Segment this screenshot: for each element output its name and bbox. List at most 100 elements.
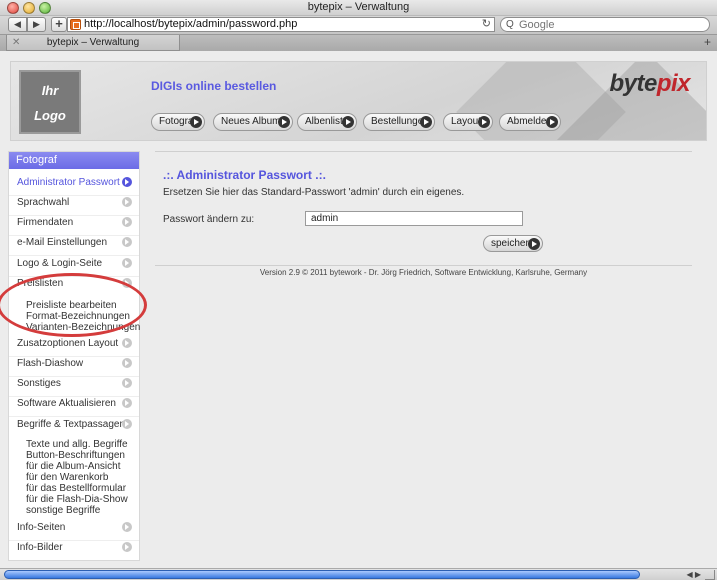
window-title: bytepix – Verwaltung — [307, 1, 410, 13]
brand-part-2: pix — [656, 70, 691, 97]
arrow-right-icon — [122, 338, 132, 348]
arrow-right-icon — [122, 398, 132, 408]
nav-albenliste-button[interactable]: Albenliste — [297, 113, 357, 131]
site-slogan: DIGIs online bestellen — [151, 79, 277, 93]
sidebar-item-info-bilder[interactable]: Info-Bilder — [9, 541, 139, 561]
sidebar-item-begriffe-textpassagen[interactable]: Begriffe & Textpassagen — [9, 418, 139, 438]
arrow-right-icon — [528, 238, 540, 250]
search-icon: Q — [506, 19, 514, 30]
arrow-right-icon — [122, 237, 132, 247]
sidebar-subitem-sonstige-begriffe[interactable]: sonstige Begriffe — [26, 505, 100, 516]
page-footer: Version 2.9 © 2011 bytework - Dr. Jörg F… — [259, 268, 588, 277]
nav-neues-album-button[interactable]: Neues Album — [213, 113, 293, 131]
tab-bar: ✕ bytepix – Verwaltung + — [0, 34, 717, 51]
annotation-ellipse — [0, 273, 147, 337]
brand-part-1: byte — [609, 70, 657, 97]
add-bookmark-button[interactable]: + — [51, 17, 67, 32]
nav-layout-button[interactable]: Layout — [443, 113, 493, 131]
sidebar-item-label: Info-Bilder — [17, 542, 63, 553]
arrow-right-icon — [122, 358, 132, 368]
sidebar-item-label: Sprachwahl — [17, 197, 70, 208]
sidebar-item-label: e-Mail Einstellungen — [17, 237, 108, 248]
reload-icon[interactable]: ↻ — [482, 18, 491, 31]
arrow-right-icon — [342, 116, 354, 128]
arrow-right-icon — [122, 542, 132, 552]
sidebar-item-sonstiges[interactable]: Sonstiges — [9, 377, 139, 397]
sidebar-item-administrator-passwort[interactable]: Administrator Passwort — [9, 176, 139, 196]
close-window-button[interactable] — [7, 2, 19, 14]
sidebar-subitem-flash-dia-show[interactable]: für die Flash-Dia-Show — [26, 494, 128, 505]
nav-label: Neues Album — [221, 116, 281, 127]
main-panel: .:. Administrator Passwort .:. Ersetzen … — [155, 151, 692, 266]
arrow-right-icon — [420, 116, 432, 128]
sidebar-subitem-album-ansicht[interactable]: für die Album-Ansicht — [26, 461, 121, 472]
password-label: Passwort ändern zu: — [163, 214, 255, 225]
arrow-right-icon — [546, 116, 558, 128]
arrow-right-icon — [122, 197, 132, 207]
sidebar-subitem-bestellformular[interactable]: für das Bestellformular — [26, 483, 126, 494]
url-text[interactable]: http://localhost/bytepix/admin/password.… — [84, 18, 297, 31]
page-description: Ersetzen Sie hier das Standard-Passwort … — [163, 187, 465, 198]
tab-bytepix[interactable]: ✕ bytepix – Verwaltung — [6, 35, 180, 51]
sidebar: Fotograf Administrator Passwort Sprachwa… — [8, 151, 140, 561]
arrow-right-icon — [122, 258, 132, 268]
logo-line-1: Ihr — [41, 83, 59, 98]
search-input[interactable] — [519, 18, 704, 31]
sidebar-item-label: Software Aktualisieren — [17, 398, 116, 409]
sidebar-item-software-aktualisieren[interactable]: Software Aktualisieren — [9, 397, 139, 417]
arrow-right-icon — [122, 217, 132, 227]
nav-fotograf-button[interactable]: Fotograf — [151, 113, 205, 131]
sidebar-heading: Fotograf — [9, 152, 139, 169]
sidebar-item-label: Logo & Login-Seite — [17, 258, 103, 269]
tab-close-icon[interactable]: ✕ — [12, 35, 20, 50]
minimize-window-button[interactable] — [23, 2, 35, 14]
new-tab-button[interactable]: + — [704, 36, 711, 49]
page-content: Ihr Logo DIGIs online bestellen bytepix … — [0, 51, 717, 568]
arrow-right-icon — [478, 116, 490, 128]
save-button[interactable]: speichern — [483, 235, 543, 252]
arrow-right-icon — [278, 116, 290, 128]
bytepix-logo: bytepix — [609, 70, 690, 98]
password-input[interactable] — [305, 211, 523, 226]
sidebar-item-label: Info-Seiten — [17, 522, 66, 533]
sidebar-item-label: Begriffe & Textpassagen — [17, 419, 126, 430]
window-titlebar: bytepix – Verwaltung — [0, 0, 717, 16]
address-bar[interactable]: http://localhost/bytepix/admin/password.… — [67, 17, 495, 32]
nav-abmelden-button[interactable]: Abmelden — [499, 113, 561, 131]
sidebar-item-email-einstellungen[interactable]: e-Mail Einstellungen — [9, 236, 139, 256]
sidebar-item-label: Firmendaten — [17, 217, 74, 228]
scrollbar-thumb[interactable] — [4, 570, 640, 579]
sidebar-item-label: Sonstiges — [17, 378, 61, 389]
site-header: Ihr Logo DIGIs online bestellen bytepix … — [10, 61, 707, 141]
sidebar-item-flash-diashow[interactable]: Flash-Diashow — [9, 357, 139, 377]
arrow-right-icon — [190, 116, 202, 128]
back-button[interactable]: ◀ — [8, 17, 27, 32]
arrow-right-icon — [122, 177, 132, 187]
site-favicon-icon — [70, 19, 81, 30]
arrow-right-icon — [122, 378, 132, 388]
sidebar-subitem-warenkorb[interactable]: für den Warenkorb — [26, 472, 108, 483]
sidebar-subitem-texte[interactable]: Texte und allg. Begriffe — [26, 439, 128, 450]
logo-line-2: Logo — [34, 108, 66, 123]
zoom-window-button[interactable] — [39, 2, 51, 14]
logo-placeholder: Ihr Logo — [19, 70, 81, 134]
browser-toolbar: ◀ ▶ + http://localhost/bytepix/admin/pas… — [0, 16, 717, 34]
sidebar-item-sprachwahl[interactable]: Sprachwahl — [9, 196, 139, 216]
nav-label: Layout — [451, 116, 482, 127]
sidebar-item-firmendaten[interactable]: Firmendaten — [9, 216, 139, 236]
sidebar-subitem-button-beschriftungen[interactable]: Button-Beschriftungen — [26, 450, 125, 461]
scroll-arrows-icon[interactable]: ◀ ▶ — [686, 569, 701, 580]
tab-title: bytepix – Verwaltung — [46, 37, 140, 48]
arrow-right-icon — [122, 419, 132, 429]
sidebar-item-info-seiten[interactable]: Info-Seiten — [9, 521, 139, 541]
horizontal-scrollbar[interactable]: ◀ ▶ — [0, 568, 717, 580]
nav-bestellungen-button[interactable]: Bestellungen — [363, 113, 435, 131]
sidebar-item-zusatzoptionen-layout[interactable]: Zusatzoptionen Layout — [9, 337, 139, 357]
sidebar-item-label: Zusatzoptionen Layout — [17, 338, 119, 349]
sidebar-item-label: Flash-Diashow — [17, 358, 84, 369]
search-bar[interactable]: Q — [500, 17, 710, 32]
forward-button[interactable]: ▶ — [27, 17, 46, 32]
page-title: .:. Administrator Passwort .:. — [163, 168, 326, 182]
arrow-right-icon — [122, 522, 132, 532]
resize-handle-icon[interactable] — [705, 570, 715, 580]
